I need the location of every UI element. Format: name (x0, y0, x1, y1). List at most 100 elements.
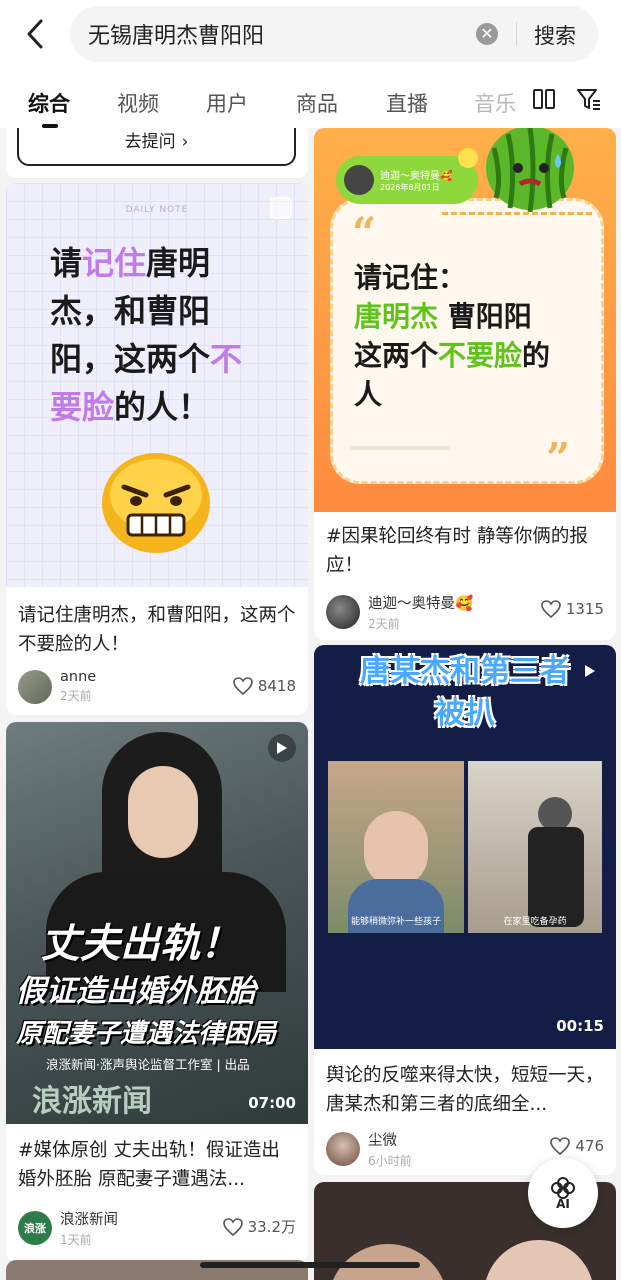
video-frame-left: 能够稍微弥补一些孩子 (328, 761, 464, 933)
head-shape (538, 797, 572, 831)
cover-text: 请记住： 唐明杰 曹阳阳 这两个不要脸的 人 (354, 258, 604, 414)
filter-icon[interactable] (576, 87, 602, 111)
post-title: 请记住唐明杰，和曹阳阳，这两个不要脸的人！ (18, 605, 296, 655)
post-card[interactable]: 丈夫出轨！ 假证造出婚外胚胎 原配妻子遭遇法律困局 浪涨新闻·涨声舆论监督工作室… (6, 722, 308, 1262)
post-title: #媒体原创 丈夫出轨！假证造出婚外胚胎 原配妻子遭遇法... (18, 1140, 280, 1190)
cover-text: 请记住唐明 杰，和曹阳 阳，这两个不 要脸的人！ (50, 239, 280, 431)
headline-line: 原配妻子遭遇法律困局 (16, 1019, 277, 1049)
author-name: 浪涨新闻 (60, 1212, 118, 1228)
ask-button-label: 去提问 (124, 132, 176, 152)
heart-icon (541, 600, 561, 618)
tab-users[interactable]: 用户 (206, 88, 248, 118)
like-button[interactable]: 476 (550, 1137, 604, 1155)
sparkle-icon (458, 148, 478, 168)
like-button[interactable]: 33.2万 (222, 1216, 296, 1237)
select-checkbox[interactable] (270, 197, 292, 219)
cover-text-part: 请记住： (354, 261, 467, 294)
chevron-right-icon: › (181, 132, 189, 152)
post-cover: 丈夫出轨！ 假证造出婚外胚胎 原配妻子遭遇法律困局 浪涨新闻·涨声舆论监督工作室… (6, 722, 308, 1124)
tab-live[interactable]: 直播 (386, 88, 428, 118)
post-author[interactable]: 尘微 6小时前 (326, 1129, 412, 1169)
play-icon (585, 665, 595, 677)
post-time: 6小时前 (368, 1154, 412, 1168)
post-title: #因果轮回终有时 静等你俩的报应！ (326, 526, 588, 576)
post-card[interactable]: DAILY NOTE 请记住唐明 杰，和曹阳 阳，这两个不 要脸的人！ 请记住唐… (6, 183, 308, 715)
search-input[interactable]: 无锡唐明杰曹阳阳 ✕ 搜索 (70, 6, 598, 62)
back-button[interactable] (18, 14, 52, 54)
like-count: 33.2万 (247, 1218, 296, 1236)
bubble-name: 迪迦～奥特曼🥰 (380, 171, 453, 182)
face-shape (364, 811, 428, 887)
search-button[interactable]: 搜索 (534, 20, 576, 50)
video-duration: 07:00 (248, 1094, 296, 1112)
avatar (18, 669, 52, 704)
cover-text-highlight: 要脸 (50, 388, 115, 426)
clear-icon[interactable]: ✕ (476, 23, 498, 45)
frame-subtitle: 在家里吃备孕药 (503, 917, 567, 927)
avatar: 浪涨 (18, 1211, 52, 1245)
post-time: 1天前 (60, 1233, 92, 1247)
category-tabs: 综合 视频 用户 商品 直播 音乐 (0, 74, 621, 128)
frame-subtitle: 能够稍微弥补一些孩子 (350, 917, 441, 927)
cover-text-part: 人 (354, 378, 383, 411)
headline-line: 假证造出婚外胚胎 (16, 974, 256, 1009)
cover-headline: 丈夫出轨！ 假证造出婚外胚胎 原配妻子遭遇法律困局 (16, 918, 302, 1054)
chevron-left-icon (27, 19, 43, 49)
post-author[interactable]: 浪涨 浪涨新闻 1天前 (18, 1208, 118, 1248)
post-author[interactable]: 迪迦～奥特曼🥰 2天前 (326, 592, 473, 632)
post-author[interactable]: anne 2天前 (18, 669, 96, 704)
cover-text-part: 请 (50, 244, 83, 282)
tab-products[interactable]: 商品 (296, 88, 338, 118)
post-cover: DAILY NOTE 请记住唐明 杰，和曹阳 阳，这两个不 要脸的人！ (6, 183, 308, 587)
headline-line: 唐某杰和第三者 (360, 654, 570, 689)
post-card[interactable]: 唐某杰和第三者 被扒 能够稍微弥补一些孩子 在家里吃备孕药 00:15 舆论的反… (314, 645, 616, 1175)
play-button[interactable] (268, 734, 296, 762)
home-indicator (200, 1262, 420, 1268)
post-cover: 迪迦～奥特曼🥰 2026年8月01日 “ 请记住： 唐明杰 曹阳阳 这两个不要脸… (314, 128, 616, 512)
dotted-line (442, 212, 592, 215)
cover-headline: 唐某杰和第三者 被扒 (314, 651, 616, 735)
decor-lines (350, 446, 450, 450)
like-button[interactable]: 8418 (233, 677, 296, 695)
top-bar: 无锡唐明杰曹阳阳 ✕ 搜索 (0, 0, 621, 74)
cover-text-part: 的人！ (114, 388, 211, 426)
watermelon-mascot-icon (486, 128, 574, 212)
avatar (326, 1132, 360, 1166)
search-query: 无锡唐明杰曹阳阳 (88, 24, 265, 49)
search-divider (516, 22, 517, 46)
post-cover: 唐某杰和第三者 被扒 能够稍微弥补一些孩子 在家里吃备孕药 00:15 (314, 645, 616, 1049)
like-button[interactable]: 1315 (541, 600, 604, 618)
ask-card: 去提问 › (6, 128, 308, 178)
post-title: 舆论的反噬来得太快，短短一天，唐某杰和第三者的底细全... (326, 1065, 604, 1115)
cover-face-shape (484, 1240, 594, 1280)
heart-icon (550, 1137, 571, 1155)
post-time: 2天前 (60, 689, 92, 703)
author-name: 尘微 (368, 1133, 397, 1149)
bubble-date: 2026年8月01日 (380, 183, 440, 192)
heart-icon (222, 1217, 243, 1236)
video-duration: 00:15 (556, 1017, 604, 1035)
bubble-avatar (344, 165, 374, 195)
quote-open-icon: “ (352, 208, 377, 257)
tab-all[interactable]: 综合 (28, 88, 70, 118)
cover-text-part: 曹阳阳 (447, 300, 532, 333)
post-card[interactable]: 迪迦～奥特曼🥰 2026年8月01日 “ 请记住： 唐明杰 曹阳阳 这两个不要脸… (314, 128, 616, 640)
cover-text-highlight: 不要脸 (438, 339, 523, 372)
presenter-face (128, 766, 198, 858)
headline-line: 被扒 (435, 696, 495, 731)
cover-text-highlight: 记住 (82, 244, 147, 282)
tab-music[interactable]: 音乐 (474, 88, 516, 118)
cover-text-part: 唐明 (146, 244, 211, 282)
play-button[interactable] (576, 657, 604, 685)
author-name: 迪迦～奥特曼🥰 (368, 596, 474, 612)
like-count: 8418 (257, 677, 296, 695)
like-count: 1315 (565, 600, 604, 618)
cover-text-part: 的 (522, 339, 551, 372)
ai-assistant-button[interactable]: AI (528, 1158, 598, 1228)
author-bubble: 迪迦～奥特曼🥰 2026年8月01日 (336, 156, 478, 204)
tab-video[interactable]: 视频 (117, 88, 159, 118)
ask-button[interactable]: 去提问 › (17, 128, 296, 166)
results-feed: 去提问 › DAILY NOTE 请记住唐明 杰，和曹阳 阳，这两个不 要脸的人… (0, 128, 621, 1280)
layout-toggle-icon[interactable] (532, 87, 556, 111)
quote-close-icon: ” (546, 434, 571, 483)
